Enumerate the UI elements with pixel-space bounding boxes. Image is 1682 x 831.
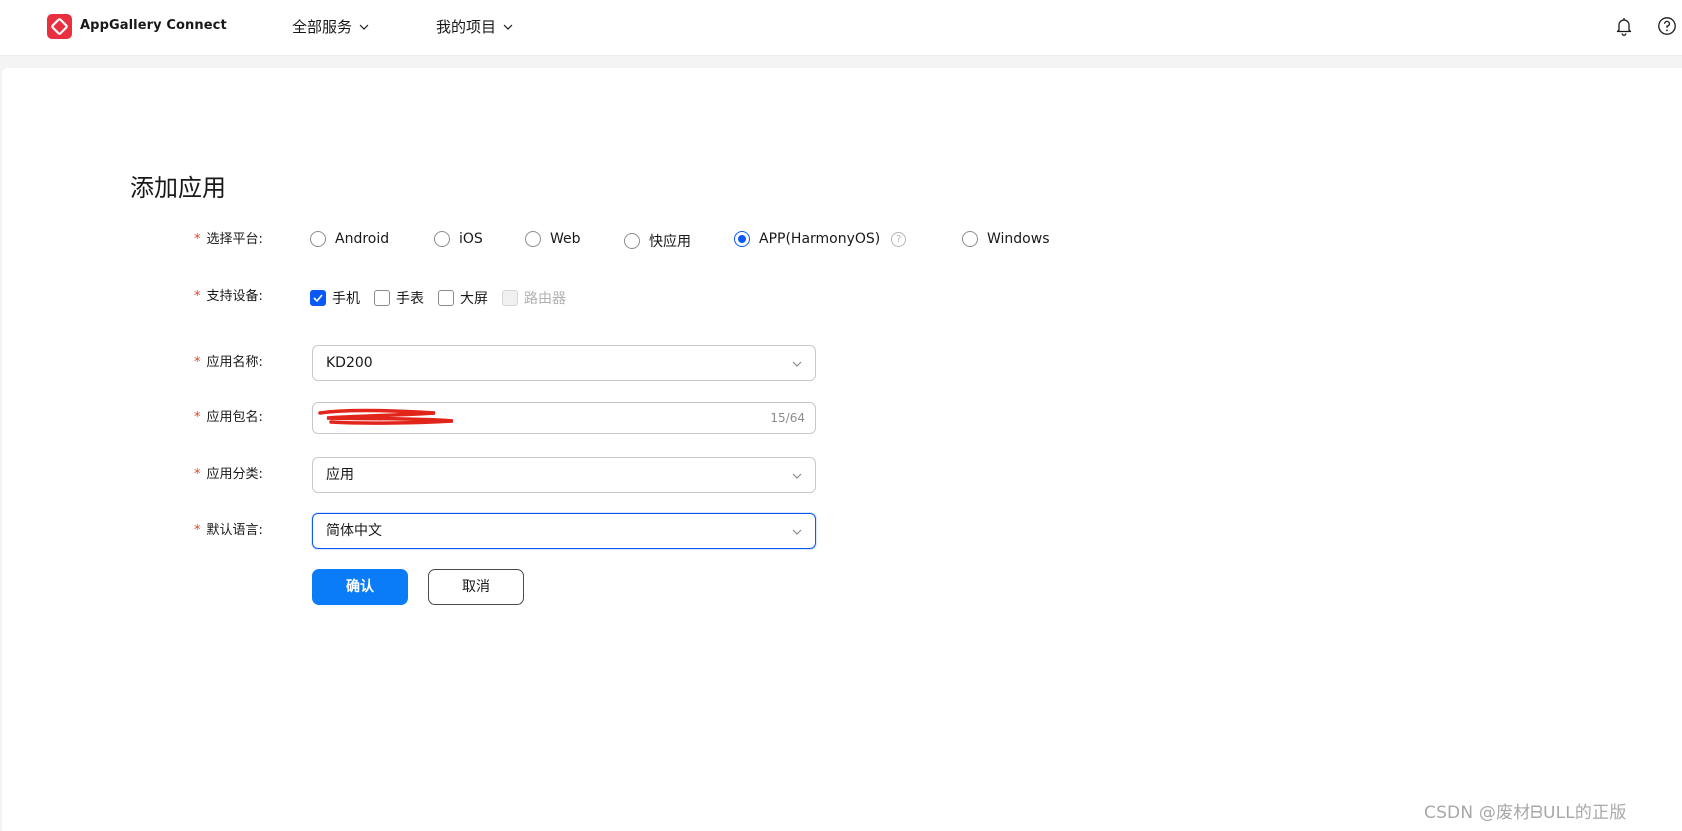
radio-button[interactable] — [624, 233, 640, 249]
nav-my-projects-label: 我的项目 — [436, 18, 497, 36]
device-option-label: 手表 — [396, 291, 424, 307]
device-option-phone[interactable]: 手机 — [310, 288, 360, 308]
devices-label: * 支持设备: — [194, 279, 263, 315]
required-mark: * — [194, 289, 201, 304]
devices-label-text: 支持设备: — [206, 289, 263, 304]
category-row: * 应用分类: 应用 — [2, 457, 1202, 493]
chevron-down-icon — [792, 361, 802, 367]
confirm-button[interactable]: 确认 — [312, 569, 408, 605]
category-label-text: 应用分类: — [206, 467, 263, 482]
category-label: * 应用分类: — [194, 457, 263, 493]
brand-name[interactable]: AppGallery Connect — [80, 18, 227, 33]
main-panel: 添加应用 * 选择平台: Android iOS Web 快应用 APP(Harm… — [2, 68, 1682, 831]
language-select[interactable]: 简体中文 — [312, 513, 816, 549]
nav-all-services[interactable]: 全部服务 — [292, 16, 370, 37]
platform-label: * 选择平台: — [194, 222, 263, 258]
radio-button[interactable] — [525, 231, 541, 247]
app-name-label-text: 应用名称: — [206, 355, 263, 370]
language-label: * 默认语言: — [194, 513, 263, 549]
language-value: 简体中文 — [326, 523, 382, 539]
radio-button[interactable] — [962, 231, 978, 247]
device-option-largescreen[interactable]: 大屏 — [438, 288, 488, 308]
package-name-input[interactable]: 15/64 — [312, 402, 816, 434]
device-option-label: 大屏 — [460, 291, 488, 307]
platform-option-android[interactable]: Android — [310, 231, 389, 247]
watermark: CSDN @废材ᗷᑌᒪᒪ的正版 — [1424, 803, 1627, 823]
platform-option-windows[interactable]: Windows — [962, 231, 1050, 247]
chevron-down-icon — [792, 529, 802, 535]
platform-option-quickapp[interactable]: 快应用 — [624, 231, 691, 251]
platform-option-web[interactable]: Web — [525, 231, 581, 247]
radio-button[interactable] — [310, 231, 326, 247]
language-label-text: 默认语言: — [206, 523, 263, 538]
category-value: 应用 — [326, 467, 354, 483]
platform-option-ios[interactable]: iOS — [434, 231, 483, 247]
checkbox-disabled — [502, 290, 518, 306]
platform-option-harmonyos[interactable]: APP(HarmonyOS) ? — [734, 231, 907, 247]
platform-option-label: Web — [550, 231, 581, 247]
bell-icon[interactable] — [1614, 16, 1634, 36]
platform-option-label: iOS — [459, 231, 483, 247]
platform-option-label: APP(HarmonyOS) — [759, 231, 881, 247]
checkbox[interactable] — [438, 290, 454, 306]
app-name-value: KD200 — [326, 355, 373, 371]
platform-option-label: Android — [335, 231, 390, 247]
chevron-down-icon — [792, 473, 802, 479]
chevron-down-icon — [359, 24, 369, 30]
appgallery-logo-icon[interactable] — [47, 14, 72, 39]
device-option-router: 路由器 — [502, 288, 566, 308]
chevron-down-icon — [503, 24, 513, 30]
platform-row: * 选择平台: Android iOS Web 快应用 APP(HarmonyOS… — [2, 222, 1202, 258]
top-nav-bar: AppGallery Connect 全部服务 我的项目 — [0, 0, 1682, 56]
checkbox[interactable] — [374, 290, 390, 306]
required-mark: * — [194, 355, 201, 370]
platform-option-label: 快应用 — [649, 234, 691, 250]
cancel-button[interactable]: 取消 — [428, 569, 524, 605]
radio-button-selected[interactable] — [734, 231, 750, 247]
char-counter: 15/64 — [770, 411, 805, 425]
nav-my-projects[interactable]: 我的项目 — [436, 16, 514, 37]
required-mark: * — [194, 410, 201, 425]
app-name-label: * 应用名称: — [194, 345, 263, 381]
required-mark: * — [194, 467, 201, 482]
required-mark: * — [194, 523, 201, 538]
redacted-scribble — [318, 408, 453, 425]
help-question-icon[interactable]: ? — [891, 231, 907, 247]
platform-option-label: Windows — [987, 231, 1050, 247]
device-option-label: 路由器 — [524, 291, 566, 307]
nav-all-services-label: 全部服务 — [292, 18, 353, 36]
required-mark: * — [194, 232, 201, 247]
device-option-watch[interactable]: 手表 — [374, 288, 424, 308]
app-name-row: * 应用名称: KD200 — [2, 345, 1202, 381]
device-option-label: 手机 — [332, 291, 360, 307]
devices-row: * 支持设备: 手机 手表 大屏 路由器 — [2, 279, 1202, 315]
package-name-label-text: 应用包名: — [206, 410, 263, 425]
language-row: * 默认语言: 简体中文 — [2, 513, 1202, 549]
page-title: 添加应用 — [130, 174, 226, 202]
radio-button[interactable] — [434, 231, 450, 247]
package-name-label: * 应用包名: — [194, 400, 263, 436]
checkmark-icon — [313, 294, 323, 303]
package-name-row: * 应用包名: 15/64 — [2, 402, 1202, 438]
help-icon[interactable] — [1657, 16, 1677, 36]
app-name-select[interactable]: KD200 — [312, 345, 816, 381]
category-select[interactable]: 应用 — [312, 457, 816, 493]
button-row: 确认 取消 — [2, 569, 1202, 605]
checkbox-checked[interactable] — [310, 290, 326, 306]
platform-label-text: 选择平台: — [206, 232, 263, 247]
